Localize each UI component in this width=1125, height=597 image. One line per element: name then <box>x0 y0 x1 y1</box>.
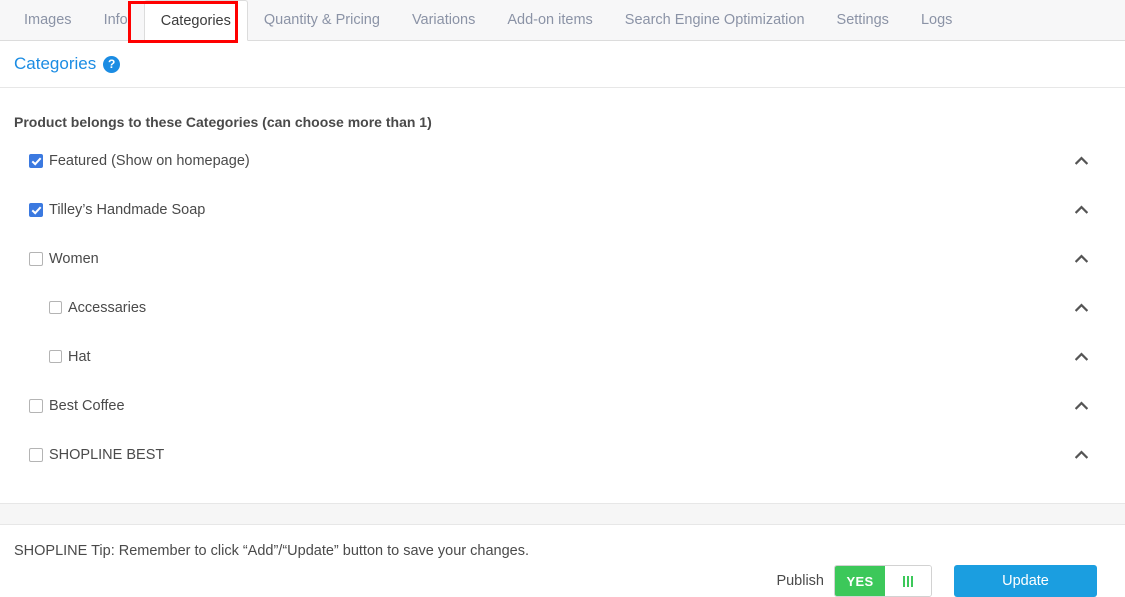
tab-bar: Images Info Categories Quantity & Pricing Va… <box>0 0 1125 43</box>
tab-list: Images Info Categories Quantity & Pricing Va… <box>8 0 968 41</box>
category-checkbox-group: Tilley’s Handmade Soap <box>14 202 1069 218</box>
category-label[interactable]: Best Coffee <box>49 398 125 414</box>
category-label[interactable]: Accessaries <box>68 300 146 316</box>
category-checkbox-group: Featured (Show on homepage) <box>14 153 1069 169</box>
footer-divider-strip <box>0 503 1125 525</box>
category-row: Accessaries <box>14 283 1111 332</box>
category-label[interactable]: Hat <box>68 349 91 365</box>
category-label[interactable]: Women <box>49 251 99 267</box>
tab-info[interactable]: Info <box>88 0 144 40</box>
category-label[interactable]: Featured (Show on homepage) <box>49 153 250 169</box>
section-header: Categories ? <box>0 41 1125 88</box>
category-checkbox-group: SHOPLINE BEST <box>14 447 1069 463</box>
category-checkbox[interactable] <box>29 153 43 168</box>
chevron-up-icon[interactable] <box>1069 345 1093 369</box>
category-checkbox-group: Best Coffee <box>14 398 1069 414</box>
category-row: Tilley’s Handmade Soap <box>14 185 1111 234</box>
publish-toggle[interactable]: YES <box>834 565 932 597</box>
category-label[interactable]: SHOPLINE BEST <box>49 447 164 463</box>
category-row: SHOPLINE BEST <box>14 430 1111 479</box>
category-row: Best Coffee <box>14 381 1111 430</box>
footer-bar: SHOPLINE Tip: Remember to click “Add”/“U… <box>0 525 1125 597</box>
category-checkbox[interactable] <box>29 447 43 462</box>
category-checkbox[interactable] <box>29 251 43 266</box>
category-checkbox-group: Women <box>14 251 1069 267</box>
tab-add-on-items[interactable]: Add-on items <box>491 0 608 40</box>
tab-logs[interactable]: Logs <box>905 0 968 40</box>
tab-images[interactable]: Images <box>8 0 88 40</box>
category-checkbox-group: Hat <box>14 349 1069 365</box>
question-mark-circle-icon[interactable]: ? <box>103 55 121 73</box>
chevron-up-icon[interactable] <box>1069 394 1093 418</box>
category-row: Featured (Show on homepage) <box>14 136 1111 185</box>
categories-panel: Product belongs to these Categories (can… <box>0 88 1125 543</box>
tab-variations[interactable]: Variations <box>396 0 491 40</box>
footer-actions: Publish YES Update <box>776 565 1097 597</box>
publish-label: Publish <box>776 573 824 589</box>
category-checkbox[interactable] <box>49 350 62 363</box>
chevron-up-icon[interactable] <box>1069 149 1093 173</box>
category-checkbox-group: Accessaries <box>14 300 1069 316</box>
tab-categories[interactable]: Categories <box>143 0 248 41</box>
chevron-up-icon[interactable] <box>1069 296 1093 320</box>
publish-toggle-handle[interactable] <box>885 566 931 596</box>
update-button[interactable]: Update <box>954 565 1097 597</box>
publish-toggle-yes-label: YES <box>835 566 885 596</box>
tab-settings[interactable]: Settings <box>821 0 905 40</box>
category-checkbox[interactable] <box>29 398 43 413</box>
chevron-up-icon[interactable] <box>1069 198 1093 222</box>
category-checkbox[interactable] <box>29 202 43 217</box>
chevron-up-icon[interactable] <box>1069 443 1093 467</box>
category-list: Featured (Show on homepage) Tilley’s Hand… <box>14 136 1111 479</box>
page-title: Categories <box>14 54 97 73</box>
category-row: Hat <box>14 332 1111 381</box>
category-row: Women <box>14 234 1111 283</box>
shopline-tip-text: SHOPLINE Tip: Remember to click “Add”/“U… <box>14 543 529 559</box>
tab-quantity-pricing[interactable]: Quantity & Pricing <box>248 0 396 40</box>
categories-instruction: Product belongs to these Categories (can… <box>14 114 432 130</box>
category-label[interactable]: Tilley’s Handmade Soap <box>49 202 205 218</box>
chevron-up-icon[interactable] <box>1069 247 1093 271</box>
tab-search-engine-optimization[interactable]: Search Engine Optimization <box>609 0 821 40</box>
category-checkbox[interactable] <box>49 301 62 314</box>
